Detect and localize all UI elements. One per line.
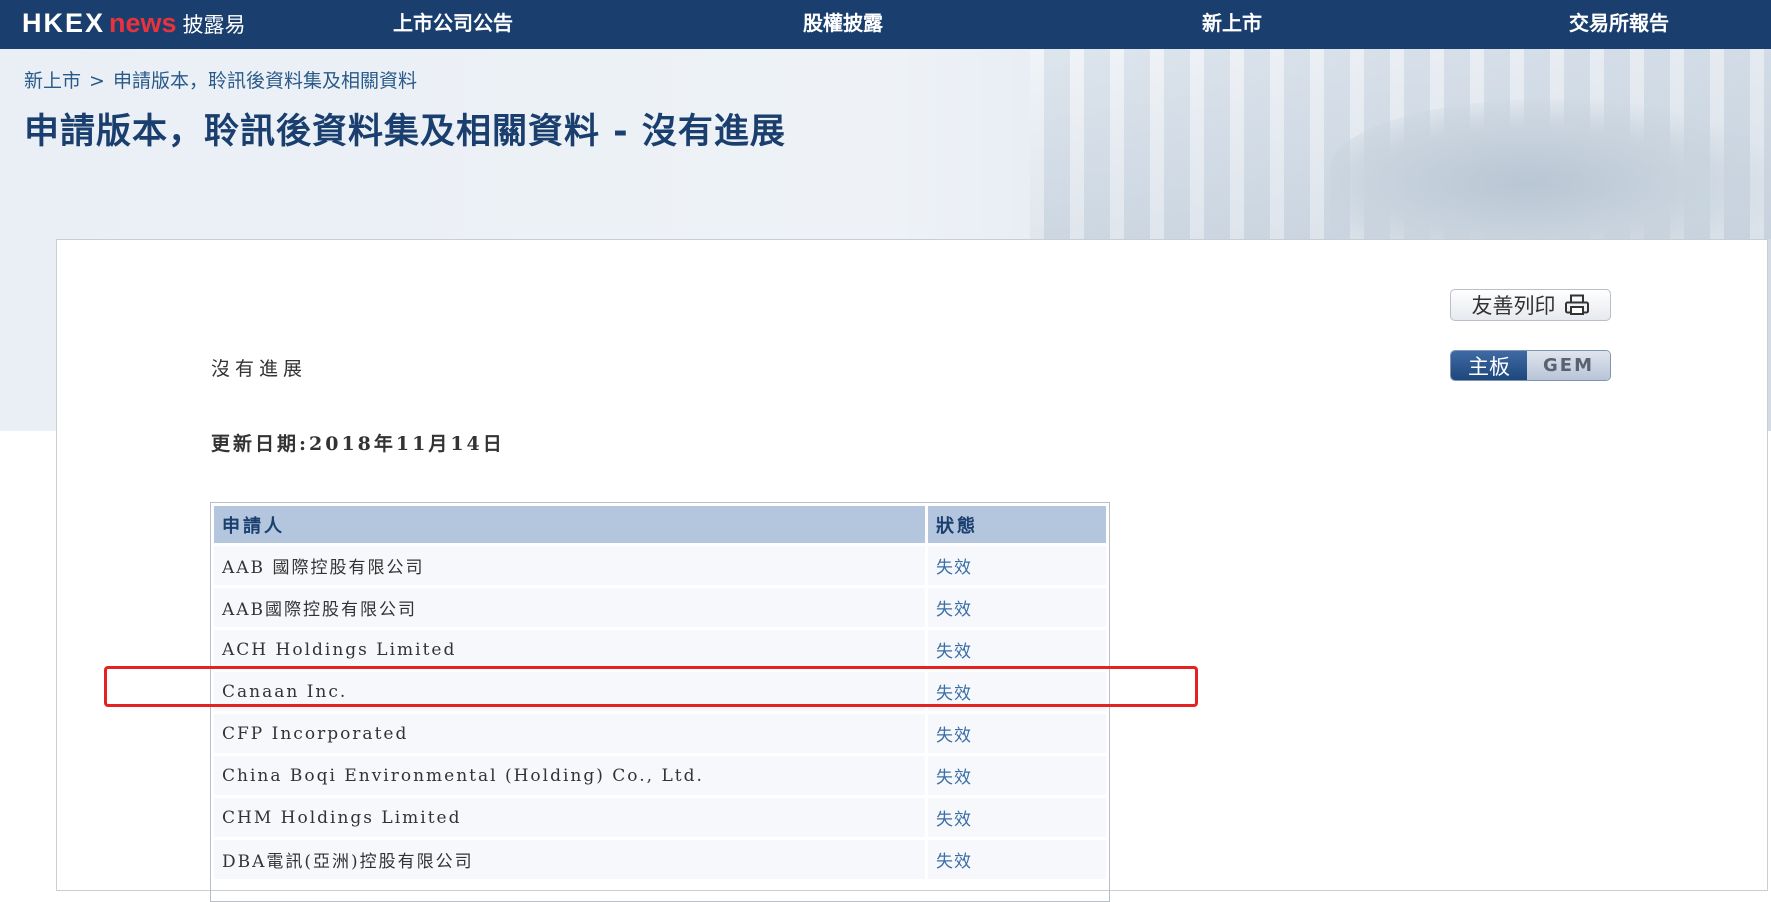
applicant-name: CFP Incorporated: [214, 714, 925, 753]
header-applicant: 申請人: [214, 506, 925, 543]
hkexnews-logo[interactable]: HKEX news 披露易: [22, 8, 246, 42]
table-row: China Boqi Environmental (Holding) Co., …: [214, 756, 1106, 795]
applicant-status-link[interactable]: 失效: [925, 756, 1106, 795]
applicant-status-link[interactable]: 失效: [925, 546, 1106, 585]
breadcrumb-new-listings[interactable]: 新上市: [24, 70, 81, 92]
nav-listed-company-announcements[interactable]: 上市公司公告: [393, 7, 513, 36]
applicant-name: ACH Holdings Limited: [214, 630, 925, 669]
status-heading: 沒有進展: [211, 358, 308, 380]
nav-disclosure-of-interests[interactable]: 股權披露: [803, 7, 883, 36]
breadcrumb: 新上市 > 申請版本，聆訊後資料集及相關資料: [24, 66, 417, 93]
applicant-name: AAB 國際控股有限公司: [214, 546, 925, 585]
applicant-status-link[interactable]: 失效: [925, 630, 1106, 669]
header-status: 狀態: [925, 506, 1106, 543]
breadcrumb-separator: >: [89, 70, 105, 92]
table-row: AAB 國際控股有限公司 失效: [214, 546, 1106, 585]
applicant-name: CHM Holdings Limited: [214, 798, 925, 837]
table-header-row: 申請人 狀態: [214, 506, 1106, 543]
printer-icon: [1564, 294, 1589, 315]
applicant-status-link[interactable]: 失效: [925, 714, 1106, 753]
nav-exchange-reports[interactable]: 交易所報告: [1569, 7, 1669, 36]
applicant-status-link[interactable]: 失效: [925, 588, 1106, 627]
logo-news-text: news: [109, 8, 177, 38]
update-date: 更新日期:2018年11月14日: [211, 433, 505, 455]
table-row: CHM Holdings Limited 失效: [214, 798, 1106, 837]
logo-hkex-text: HKEX: [22, 8, 106, 38]
applicant-status-link[interactable]: 失效: [925, 798, 1106, 837]
applicant-name: China Boqi Environmental (Holding) Co., …: [214, 756, 925, 795]
top-navigation-bar: HKEX news 披露易 上市公司公告 股權披露 新上市 交易所報告: [0, 0, 1771, 49]
print-friendly-button[interactable]: 友善列印: [1450, 289, 1611, 321]
logo-sub-text: 披露易: [182, 13, 246, 37]
print-friendly-label: 友善列印: [1471, 294, 1556, 318]
main-board-tab[interactable]: 主板: [1451, 351, 1527, 380]
nav-new-listings[interactable]: 新上市: [1202, 7, 1262, 36]
gem-board-tab[interactable]: GEM: [1527, 351, 1610, 380]
breadcrumb-application-proofs[interactable]: 申請版本，聆訊後資料集及相關資料: [113, 70, 417, 92]
page-title: 申請版本，聆訊後資料集及相關資料 - 沒有進展: [24, 112, 786, 152]
table-row: ACH Holdings Limited 失效: [214, 630, 1106, 669]
applicant-status-link[interactable]: 失效: [925, 840, 1106, 879]
table-row: AAB國際控股有限公司 失效: [214, 588, 1106, 627]
board-toggle: 主板 GEM: [1450, 350, 1611, 381]
highlight-box-canaan-row: [104, 666, 1198, 707]
table-row: CFP Incorporated 失效: [214, 714, 1106, 753]
applicant-name: DBA電訊(亞洲)控股有限公司: [214, 840, 925, 879]
applicant-name: AAB國際控股有限公司: [214, 588, 925, 627]
bull-statue-image: [1330, 99, 1770, 239]
table-row: DBA電訊(亞洲)控股有限公司 失效: [214, 840, 1106, 879]
